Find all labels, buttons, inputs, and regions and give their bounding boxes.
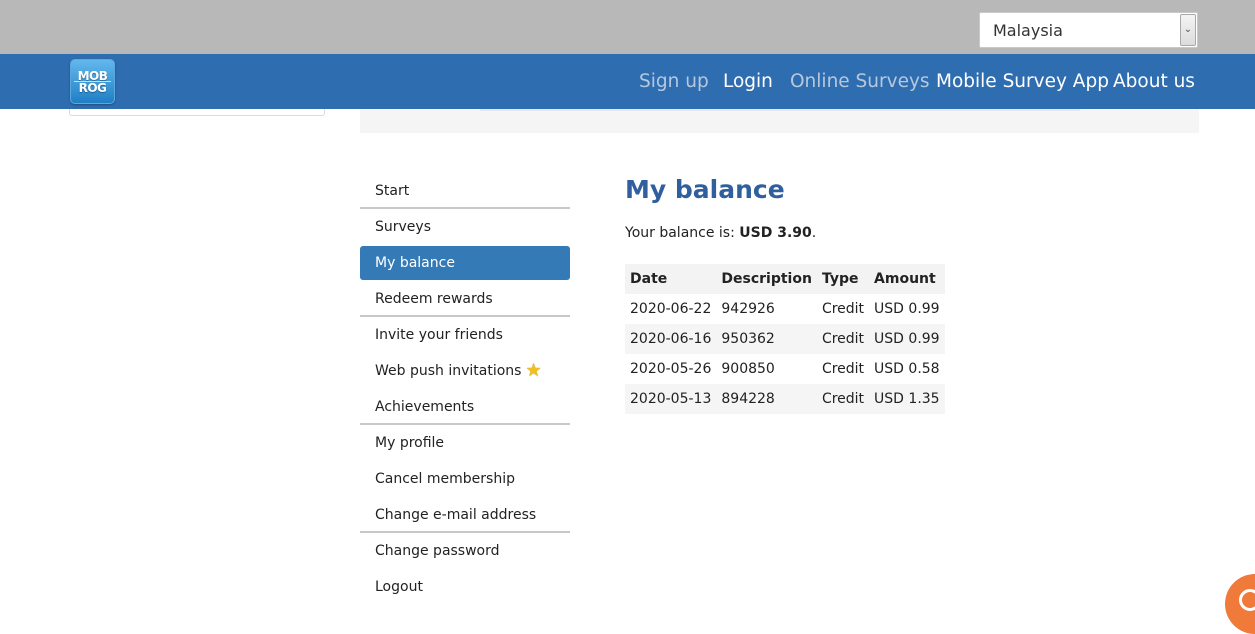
cell-type: Credit — [821, 361, 865, 377]
column-header-type: Type — [816, 264, 870, 294]
nav-mobile-survey-app[interactable]: Mobile Survey App — [936, 71, 1109, 92]
column-header-amount: Amount — [869, 264, 945, 294]
column-header-description: Description — [716, 264, 817, 294]
sidebar-item-my-balance[interactable]: My balance — [360, 246, 570, 280]
column-header-date: Date — [625, 264, 717, 294]
cell-date: 2020-05-13 — [625, 384, 717, 414]
balance-value: USD 3.90 — [739, 225, 812, 241]
table-row: 2020-06-22 942926 Credit USD 0.99 — [625, 294, 945, 324]
nav-about-us[interactable]: About us — [1113, 71, 1195, 92]
logo-text-bottom: ROG — [78, 81, 107, 95]
cell-date: 2020-05-26 — [630, 361, 712, 377]
sidebar-item-cancel-membership[interactable]: Cancel membership — [360, 461, 570, 497]
nav-login[interactable]: Login — [723, 71, 773, 92]
sidebar-item-change-email[interactable]: Change e-mail address — [360, 497, 570, 533]
sidebar-item-redeem-rewards[interactable]: Redeem rewards — [360, 281, 570, 317]
cell-description: 942926 — [721, 301, 775, 317]
cell-description: 894228 — [716, 384, 817, 414]
sidebar-item-surveys[interactable]: Surveys — [360, 209, 570, 245]
cell-amount: USD 1.35 — [869, 384, 945, 414]
sidebar-item-start[interactable]: Start — [360, 173, 570, 209]
cell-type: Credit — [816, 384, 870, 414]
balance-suffix: . — [811, 225, 817, 241]
cell-type: Credit — [821, 301, 865, 317]
cell-amount: USD 0.99 — [869, 324, 945, 354]
nav-sign-up[interactable]: Sign up — [639, 71, 709, 92]
chevron-down-icon[interactable]: ⌄ — [1180, 14, 1196, 46]
account-sidebar: Start Surveys My balance Redeem rewards … — [360, 173, 570, 605]
nav-online-surveys[interactable]: Online Surveys — [790, 71, 930, 92]
country-select-value: Malaysia — [993, 21, 1063, 40]
star-icon: ★ — [525, 360, 542, 381]
cell-type: Credit — [816, 324, 870, 354]
sidebar-item-change-password[interactable]: Change password — [360, 533, 570, 569]
cell-description: 950362 — [716, 324, 817, 354]
sidebar-item-logout[interactable]: Logout — [360, 569, 570, 605]
balance-prefix: Your balance is: — [625, 225, 740, 241]
table-row: 2020-06-16 950362 Credit USD 0.99 — [625, 324, 945, 354]
balance-summary: Your balance is: USD 3.90. — [625, 225, 816, 241]
table-row: 2020-05-13 894228 Credit USD 1.35 — [625, 384, 945, 414]
mobrog-logo[interactable]: MOB ROG — [70, 59, 115, 104]
cell-amount: USD 0.99 — [874, 301, 940, 317]
cell-date: 2020-06-22 — [630, 301, 712, 317]
sidebar-item-invite-friends[interactable]: Invite your friends — [360, 317, 570, 353]
cell-description: 900850 — [721, 361, 775, 377]
cell-amount: USD 0.58 — [874, 361, 940, 377]
country-select[interactable]: Malaysia ⌄ — [979, 12, 1198, 48]
left-panel-edge — [69, 109, 325, 116]
chat-icon — [1239, 589, 1255, 611]
sidebar-item-web-push-label: Web push invitations — [375, 363, 522, 379]
table-row: 2020-05-26 900850 Credit USD 0.58 — [625, 354, 945, 384]
panel-inner-line — [480, 109, 1080, 111]
sidebar-item-web-push[interactable]: Web push invitations ★ — [360, 353, 570, 389]
chat-widget-button[interactable] — [1225, 574, 1255, 634]
content-header-panel — [360, 109, 1199, 133]
sidebar-item-my-profile[interactable]: My profile — [360, 425, 570, 461]
cell-date: 2020-06-16 — [625, 324, 717, 354]
page-title: My balance — [625, 175, 785, 204]
table-header-row: Date Description Type Amount — [625, 264, 945, 294]
balance-content: My balance Your balance is: USD 3.90. Da… — [625, 173, 945, 414]
sidebar-item-achievements[interactable]: Achievements — [360, 389, 570, 425]
transactions-table: Date Description Type Amount 2020-06-22 … — [625, 264, 945, 414]
